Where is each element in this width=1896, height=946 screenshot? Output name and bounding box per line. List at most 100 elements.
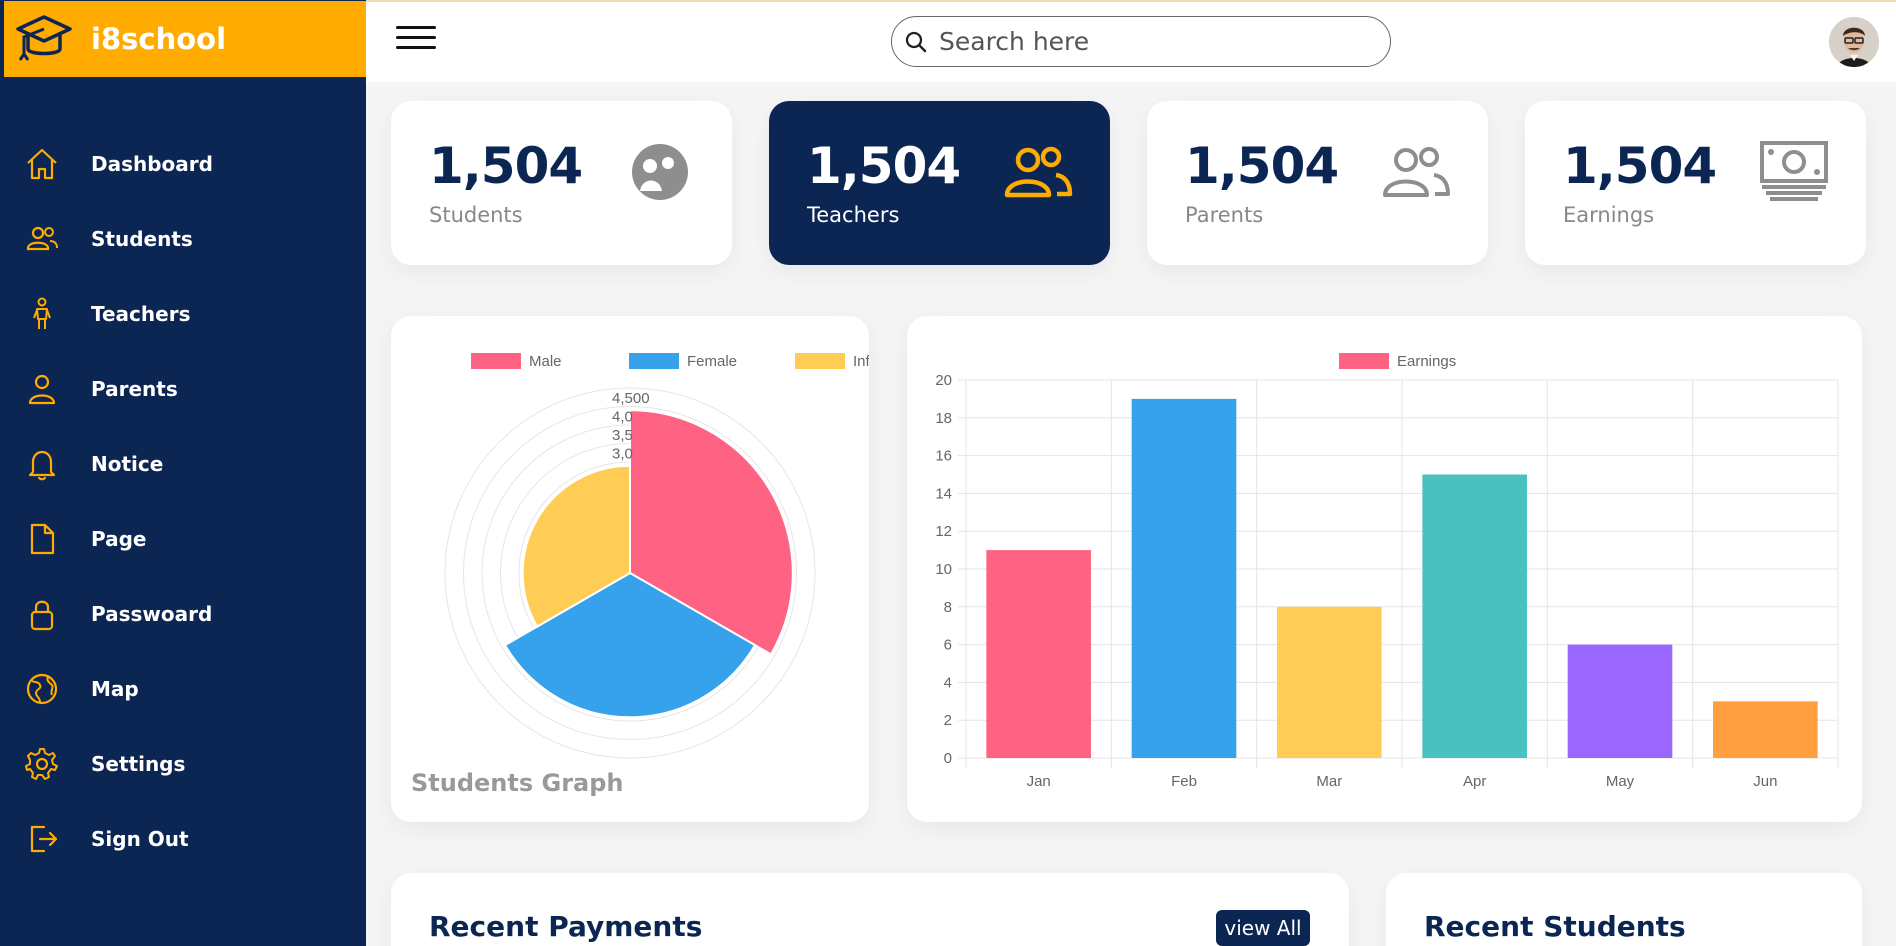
polar-tick-label: 4,0 (612, 409, 633, 426)
stat-value: 1,504 (1185, 137, 1339, 195)
bar-mar (1277, 606, 1382, 758)
sidebar-item-parents[interactable]: Parents (0, 351, 366, 426)
sidebar-item-students[interactable]: Students (0, 201, 366, 276)
stat-value: 1,504 (1563, 137, 1717, 195)
users-icon (24, 221, 60, 257)
sidebar-nav: Dashboard Students Teachers Parents Noti… (0, 126, 366, 876)
sign-out-icon (24, 821, 60, 857)
sidebar-item-teachers[interactable]: Teachers (0, 276, 366, 351)
sidebar-item-notice[interactable]: Notice (0, 426, 366, 501)
y-tick-label: 10 (935, 561, 952, 578)
sidebar-item-label: Settings (91, 751, 186, 776)
stat-label: Teachers (807, 203, 900, 227)
y-tick-label: 4 (944, 674, 952, 691)
polar-tick-label: 4,500 (612, 390, 650, 407)
y-tick-label: 20 (935, 372, 952, 389)
students-graph-panel: Male Female Infant 4,500 4,03,5 3,0 Students … (391, 316, 869, 822)
person-standing-icon (24, 296, 60, 332)
sidebar: i8school Dashboard Students Teachers Par… (0, 0, 366, 946)
y-tick-label: 14 (935, 485, 952, 502)
stat-card-parents[interactable]: 1,504 Parents (1147, 101, 1488, 265)
bar-apr (1422, 474, 1527, 758)
sidebar-item-label: Teachers (91, 301, 191, 326)
search-icon (905, 31, 927, 52)
stat-value: 1,504 (429, 137, 583, 195)
chart-title: Students Graph (411, 769, 624, 797)
cash-icon (1760, 141, 1828, 201)
avatar[interactable] (1829, 17, 1879, 67)
legend-label: Earnings (1397, 353, 1456, 370)
home-icon (24, 146, 60, 182)
polar-tick-label: 3,5 (612, 427, 633, 444)
lock-icon (24, 596, 60, 632)
stat-label: Students (429, 203, 523, 227)
brand[interactable]: i8school (4, 1, 366, 77)
y-tick-label: 0 (944, 750, 952, 767)
stat-card-earnings[interactable]: 1,504 Earnings (1525, 101, 1866, 265)
stat-value: 1,504 (807, 137, 961, 195)
document-icon (24, 521, 60, 557)
main-content: 1,504 Students 1,504 Teachers 1,504 Pare… (366, 0, 1896, 946)
graduation-cap-icon (16, 15, 72, 61)
teachers-group-icon (1004, 146, 1073, 198)
students-polar-chart: Male Female Infant 4,500 4,03,5 3,0 (444, 353, 869, 759)
y-tick-label: 16 (935, 448, 952, 465)
stat-card-students[interactable]: 1,504 Students (391, 101, 732, 265)
earnings-chart-panel: Earnings 0 2 4 6 8 10 12 14 16 18 20 Jan Feb Mar Apr May… (907, 316, 1862, 822)
sidebar-item-label: Sign Out (91, 826, 189, 851)
y-tick-label: 12 (935, 523, 952, 540)
x-tick-label: Mar (1316, 773, 1342, 790)
stat-label: Parents (1185, 203, 1264, 227)
bar-jan (986, 550, 1091, 758)
x-tick-label: May (1606, 773, 1635, 790)
bar-jun (1713, 701, 1818, 758)
sidebar-item-page[interactable]: Page (0, 501, 366, 576)
sidebar-item-label: Notice (91, 451, 164, 476)
sidebar-item-label: Map (91, 676, 139, 701)
search-box[interactable] (891, 16, 1391, 67)
sidebar-item-label: Passwoard (91, 601, 213, 626)
recent-payments-title: Recent Payments (429, 910, 703, 943)
legend-swatch (471, 353, 521, 369)
x-tick-label: Apr (1463, 773, 1486, 790)
stat-card-teachers[interactable]: 1,504 Teachers (769, 101, 1110, 265)
legend-label: Male (529, 353, 562, 370)
x-tick-label: Feb (1171, 773, 1197, 790)
app-name: i8school (91, 22, 227, 56)
y-tick-label: 2 (944, 712, 952, 729)
sidebar-item-password[interactable]: Passwoard (0, 576, 366, 651)
polar-tick-label: 3,0 (612, 446, 633, 463)
sidebar-item-sign-out[interactable]: Sign Out (0, 801, 366, 876)
gear-icon (24, 746, 60, 782)
x-tick-label: Jun (1753, 773, 1777, 790)
legend-label: Female (687, 353, 737, 370)
menu-toggle-icon[interactable] (396, 26, 436, 56)
legend-label: Infant (853, 353, 869, 370)
search-input[interactable] (937, 26, 1377, 57)
bar-may (1567, 644, 1673, 758)
student-face-icon (632, 144, 688, 200)
y-tick-label: 6 (944, 637, 952, 654)
earnings-bar-chart: Earnings 0 2 4 6 8 10 12 14 16 18 20 Jan Feb Mar Apr May… (935, 353, 1839, 790)
sidebar-item-map[interactable]: Map (0, 651, 366, 726)
person-icon (24, 371, 60, 407)
x-tick-label: Jan (1027, 773, 1051, 790)
bell-icon (24, 446, 60, 482)
parents-group-icon (1383, 147, 1450, 197)
legend-swatch (795, 353, 845, 369)
topbar (366, 0, 1896, 82)
recent-students-title: Recent Students (1424, 910, 1686, 943)
y-tick-label: 8 (944, 599, 952, 616)
sidebar-item-dashboard[interactable]: Dashboard (0, 126, 366, 201)
sidebar-item-settings[interactable]: Settings (0, 726, 366, 801)
sidebar-item-label: Dashboard (91, 151, 213, 176)
view-all-button[interactable]: view All (1216, 910, 1310, 946)
sidebar-item-label: Parents (91, 376, 178, 401)
stat-label: Earnings (1563, 203, 1655, 227)
sidebar-item-label: Students (91, 226, 193, 251)
legend-swatch (1339, 353, 1389, 369)
y-tick-label: 18 (935, 410, 952, 427)
bar-feb (1131, 398, 1237, 758)
globe-icon (24, 671, 60, 707)
legend-swatch (629, 353, 679, 369)
